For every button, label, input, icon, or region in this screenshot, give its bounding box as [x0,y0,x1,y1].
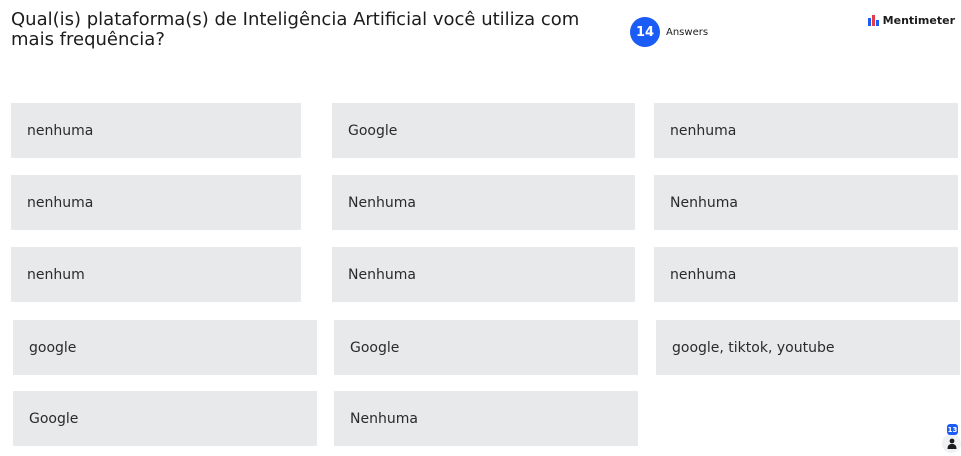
mentimeter-logo-icon [867,15,879,26]
results-slide: Qual(is) plataforma(s) de Inteligência A… [0,0,961,456]
question-title: Qual(is) plataforma(s) de Inteligência A… [11,9,580,50]
response-card: google, tiktok, youtube [656,320,960,375]
response-text: nenhuma [27,194,94,211]
response-text: Nenhuma [670,194,738,211]
response-text: google [29,339,77,356]
response-card: Nenhuma [654,175,958,230]
response-card: nenhum [11,247,301,302]
response-text: Google [29,410,79,427]
response-card: Google [334,320,638,375]
response-text: Nenhuma [350,410,418,427]
response-text: Nenhuma [348,194,416,211]
answers-count-badge: 14 [630,17,660,47]
response-text: Google [348,122,398,139]
response-card: nenhuma [654,247,958,302]
response-card: nenhuma [654,103,958,158]
response-text: nenhum [27,266,85,283]
brand: Mentimeter [867,14,955,27]
response-text: nenhuma [670,122,737,139]
response-card: Google [332,103,635,158]
response-card: Nenhuma [332,247,635,302]
response-text: nenhuma [670,266,737,283]
response-text: Nenhuma [348,266,416,283]
participants-count-badge: 13 [947,424,958,435]
person-icon [947,438,957,449]
participants-indicator[interactable]: 13 [942,422,961,456]
brand-name: Mentimeter [882,14,955,27]
answers-label: Answers [666,26,709,38]
response-card: google [13,320,317,375]
response-text: Google [350,339,400,356]
response-card: Nenhuma [334,391,638,446]
answers-counter: 14 Answers [630,17,708,47]
response-text: nenhuma [27,122,94,139]
response-card: nenhuma [11,103,301,158]
response-card: nenhuma [11,175,301,230]
response-text: google, tiktok, youtube [672,339,835,356]
response-card: Nenhuma [332,175,635,230]
response-card: Google [13,391,317,446]
